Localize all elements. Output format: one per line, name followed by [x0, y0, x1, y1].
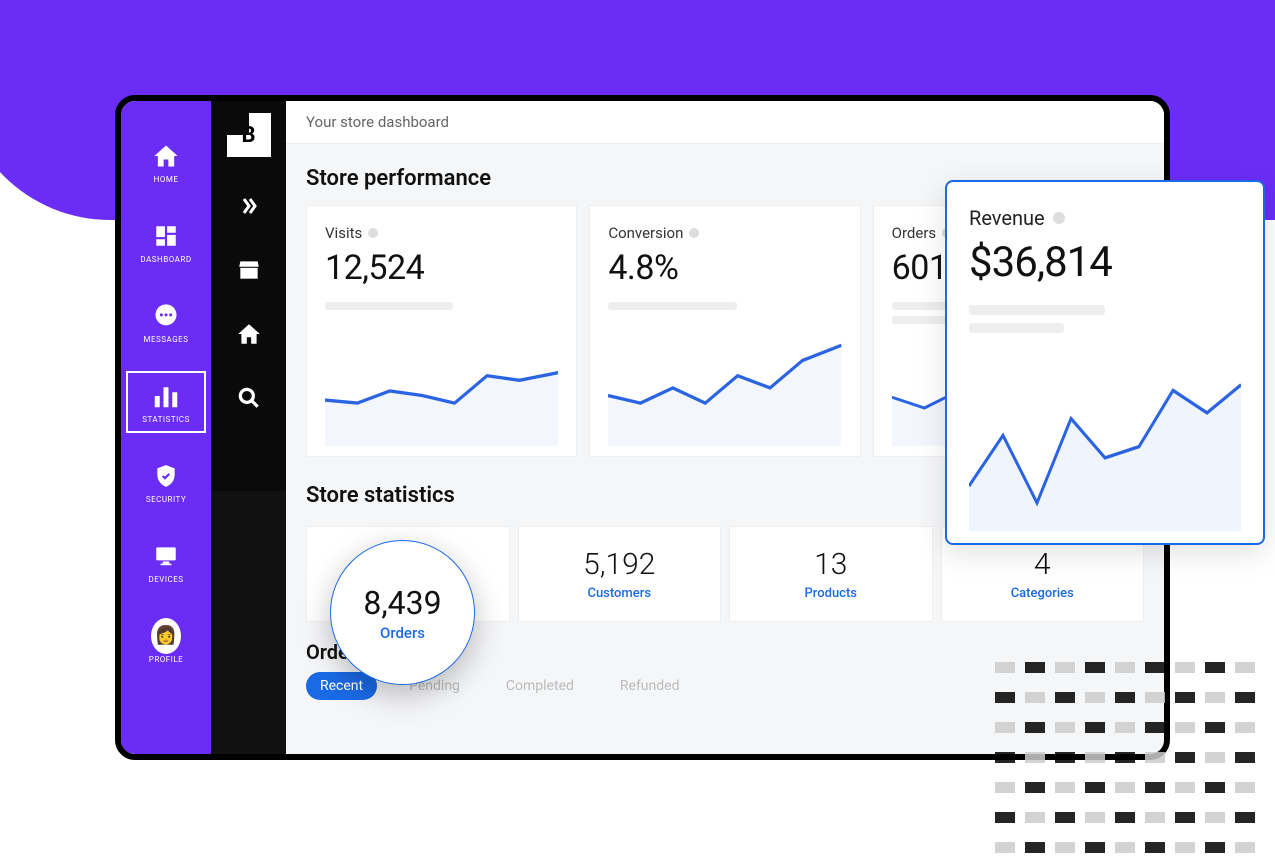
sidebar-primary: HOME DASHBOARD MESSAGES STATISTICS SECUR… [121, 101, 211, 754]
stat-orders-floating[interactable]: 8,439 Orders [330, 540, 475, 685]
placeholder-bar [969, 305, 1105, 315]
placeholder-bar [608, 302, 736, 310]
sidebar-item-statistics[interactable]: STATISTICS [126, 371, 206, 433]
sidebar-item-home[interactable]: HOME [126, 131, 206, 193]
info-dot-icon [1053, 212, 1065, 224]
placeholder-bar [969, 323, 1064, 333]
sidebar-item-label: PROFILE [149, 655, 183, 664]
kpi-label: Visits [325, 224, 362, 242]
kpi-revenue-floating[interactable]: Revenue $36,814 [945, 180, 1265, 545]
kpi-label: Conversion [608, 224, 683, 242]
stat-label: Categories [1011, 586, 1074, 601]
avatar-icon: 👩 [151, 621, 181, 651]
sidebar-item-label: DASHBOARD [140, 255, 191, 264]
kpi-conversion[interactable]: Conversion 4.8% [589, 205, 860, 457]
home-icon-secondary[interactable] [234, 319, 264, 349]
stat-label: Products [805, 586, 857, 601]
stat-value: 8,439 [363, 584, 441, 622]
sidebar-item-label: SECURITY [146, 495, 186, 504]
placeholder-bar [325, 302, 453, 310]
sidebar-secondary-wrap: B [211, 101, 286, 754]
grid-icon [151, 221, 181, 251]
sidebar-item-dashboard[interactable]: DASHBOARD [126, 211, 206, 273]
kpi-revenue-chart [969, 351, 1241, 531]
home-icon [151, 141, 181, 171]
sidebar-item-label: DEVICES [148, 575, 183, 584]
info-dot-icon [689, 228, 699, 238]
stat-products[interactable]: 13 Products [729, 526, 933, 622]
kpi-visits[interactable]: Visits 12,524 [306, 205, 577, 457]
kpi-value: 4.8% [608, 248, 841, 288]
sidebar-item-label: MESSAGES [144, 335, 189, 344]
sidebar-item-label: STATISTICS [142, 415, 190, 424]
kpi-visits-chart [325, 324, 558, 446]
sidebar-item-label: HOME [154, 175, 179, 184]
sidebar-item-devices[interactable]: DEVICES [126, 531, 206, 593]
kpi-conversion-chart [608, 324, 841, 446]
info-dot-icon [368, 228, 378, 238]
kpi-value: 12,524 [325, 248, 558, 288]
messages-icon [151, 301, 181, 331]
kpi-label: Revenue [969, 206, 1045, 230]
stat-customers[interactable]: 5,192 Customers [518, 526, 722, 622]
kpi-value: $36,814 [969, 238, 1241, 287]
monitor-icon [151, 541, 181, 571]
tab-completed[interactable]: Completed [492, 672, 588, 700]
decorative-dots [995, 662, 1275, 862]
stat-value: 13 [814, 547, 847, 582]
stat-label: Orders [380, 624, 425, 642]
expand-button[interactable] [234, 191, 264, 221]
store-icon[interactable] [234, 255, 264, 285]
sidebar-item-profile[interactable]: 👩 PROFILE [126, 611, 206, 673]
stat-value: 4 [1034, 547, 1051, 582]
stat-label: Customers [587, 586, 651, 601]
brand-logo-letter: B [241, 123, 255, 148]
page-title: Your store dashboard [286, 101, 1164, 144]
tab-refunded[interactable]: Refunded [606, 672, 694, 700]
search-icon[interactable] [234, 383, 264, 413]
shield-icon [151, 461, 181, 491]
sidebar-secondary: B [211, 101, 286, 491]
kpi-label: Orders [892, 224, 937, 242]
bar-chart-icon [151, 381, 181, 411]
sidebar-item-security[interactable]: SECURITY [126, 451, 206, 513]
brand-logo[interactable]: B [227, 113, 271, 157]
sidebar-item-messages[interactable]: MESSAGES [126, 291, 206, 353]
stat-value: 5,192 [583, 547, 655, 582]
